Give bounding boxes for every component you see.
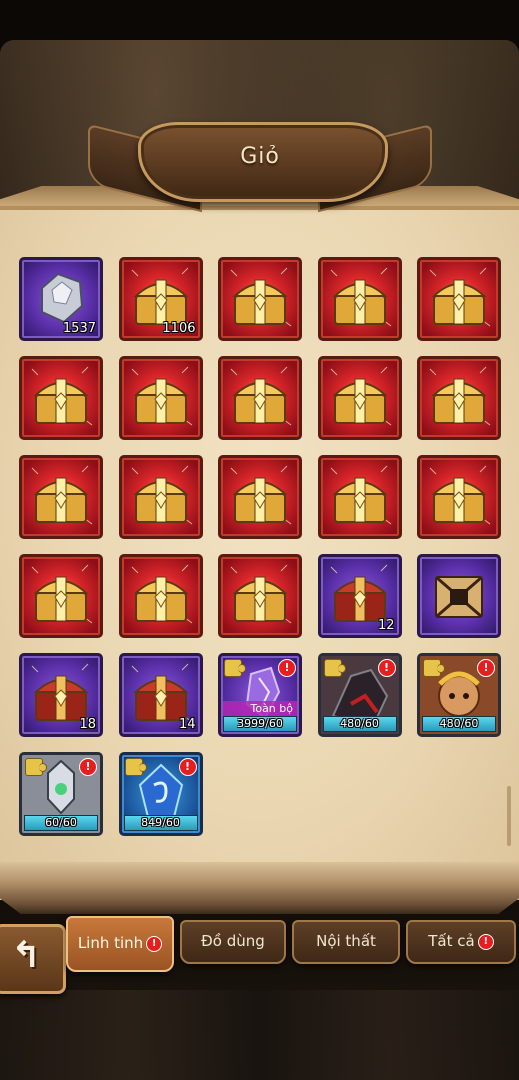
back-button[interactable]: ↰ [0,924,66,994]
item-slot[interactable] [218,455,302,539]
item-slot[interactable] [19,356,103,440]
alert-icon: ! [377,659,396,677]
item-slot[interactable]: ! 849/60 [118,752,203,836]
item-slot[interactable] [218,257,302,341]
tab-bar: ↰ Linh tinh! Đồ dùng Nội thất Tất cả! [0,912,519,994]
item-slot[interactable]: 1537 [19,257,103,341]
item-slot[interactable] [218,554,302,638]
gold-chest-icon [429,366,491,426]
gold-chest-icon [131,465,192,525]
tab-label: Nội thất [316,932,376,950]
item-count: 14 [178,717,196,732]
item-slot[interactable] [218,356,302,440]
tab-all[interactable]: Tất cả! [406,920,516,964]
gold-chest-icon [31,564,93,624]
fragment-progress: 3999/60 [223,716,297,732]
fragment-progress: 60/60 [24,815,98,831]
item-slot[interactable] [417,257,501,341]
gold-chest-icon [31,366,93,426]
alert-icon: ! [477,659,495,677]
alert-icon: ! [79,758,97,776]
fragment-progress: 849/60 [123,815,198,831]
item-slot[interactable]: 12 [317,554,402,638]
item-slot[interactable] [118,455,203,539]
tab-misc[interactable]: Linh tinh! [66,916,174,972]
item-count: 1106 [162,321,196,336]
gold-chest-icon [131,366,192,426]
item-slot[interactable] [118,554,203,638]
panel-bottom-edge [0,862,519,914]
item-slot[interactable] [417,356,501,440]
item-slot[interactable] [417,455,501,539]
item-slot[interactable]: 1106 [118,257,203,341]
gold-chest-icon [330,267,391,327]
item-count: 12 [377,618,395,633]
tab-furniture[interactable]: Nội thất [292,920,400,964]
all-tag: Toàn bộ [223,701,297,716]
item-grid: 1537 1106 12 18 14! Toàn bộ 3999/60! 480/60! 480… [19,257,503,836]
puzzle-icon [224,659,246,677]
item-slot[interactable] [118,356,203,440]
item-slot[interactable]: ! Toàn bộ 3999/60 [218,653,302,737]
gold-chest-icon [230,366,292,426]
item-slot[interactable]: ! 60/60 [19,752,103,836]
item-slot[interactable] [417,554,501,638]
gold-chest-icon [330,465,391,525]
tab-label: Linh tinh [77,934,144,952]
gold-chest-icon [330,366,391,426]
tab-label: Tất cả [428,932,475,950]
gold-chest-icon [230,564,292,624]
item-slot[interactable] [317,257,402,341]
alert-icon: ! [477,933,494,950]
alert-icon: ! [146,935,163,952]
gold-chest-icon [131,564,192,624]
scrollbar[interactable] [507,786,511,846]
page-title: Giỏ [240,144,280,169]
gold-chest-icon [31,465,93,525]
item-slot[interactable] [317,356,402,440]
puzzle-icon [323,659,346,677]
gold-chest-icon [429,267,491,327]
alert-icon: ! [178,758,197,776]
fragment-progress: 480/60 [422,716,496,732]
item-slot[interactable]: 14 [118,653,203,737]
fragment-progress: 480/60 [322,716,397,732]
item-slot[interactable] [317,455,402,539]
back-arrow-icon: ↰ [11,935,42,976]
item-slot[interactable]: ! 480/60 [317,653,402,737]
title-banner: Giỏ [88,116,432,213]
item-slot[interactable]: ! 480/60 [417,653,501,737]
alert-icon: ! [278,659,296,677]
gold-chest-icon [230,267,292,327]
bottom-background [0,990,519,1080]
gold-chest-icon [429,465,491,525]
item-count: 18 [79,717,96,732]
item-slot[interactable]: 18 [19,653,103,737]
gold-chest-icon [230,465,292,525]
puzzle-icon [124,758,147,776]
item-slot[interactable] [19,455,103,539]
puzzle-icon [25,758,47,776]
tab-equipment[interactable]: Đồ dùng [180,920,286,964]
dark-chest-icon [435,575,483,619]
tab-label: Đồ dùng [201,932,265,950]
puzzle-icon [423,659,445,677]
item-slot[interactable] [19,554,103,638]
item-count: 1537 [62,321,96,336]
